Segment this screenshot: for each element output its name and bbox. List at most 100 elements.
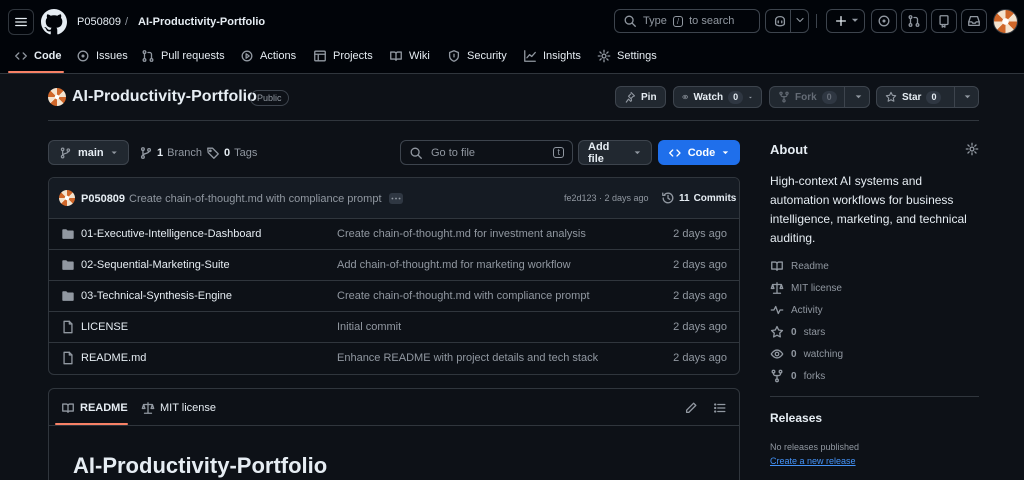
file-name[interactable]: 01-Executive-Intelligence-Dashboard — [81, 228, 261, 240]
fork-divider — [844, 87, 845, 107]
tab-label: Actions — [260, 50, 297, 62]
file-name[interactable]: README.md — [81, 352, 146, 364]
active-tab-indicator — [8, 71, 64, 73]
repo-title[interactable]: AI-Productivity-Portfolio — [72, 88, 257, 106]
tab-license[interactable]: MIT license — [141, 401, 216, 415]
eye-icon — [770, 349, 784, 359]
tab-wiki[interactable]: Wiki — [389, 44, 430, 68]
book-icon — [771, 261, 783, 272]
tab-insights[interactable]: Insights — [523, 44, 581, 68]
go-to-file-input[interactable]: Go to file t — [400, 140, 573, 165]
chevron-down-icon[interactable] — [794, 14, 806, 26]
file-commit-message[interactable]: Add chain-of-thought.md for marketing wo… — [337, 259, 571, 271]
file-commit-message[interactable]: Initial commit — [337, 321, 401, 333]
tags-link[interactable]: 0 Tags — [206, 146, 257, 160]
create-release-link[interactable]: Create a new release — [770, 456, 856, 466]
file-commit-message[interactable]: Enhance README with project details and … — [337, 352, 598, 364]
forks-link[interactable]: 0 forks — [770, 369, 825, 383]
branch-selector[interactable]: main — [48, 140, 129, 165]
breadcrumb-repo[interactable]: AI-Productivity-Portfolio — [138, 16, 265, 28]
fork-button[interactable]: Fork 0 — [769, 86, 870, 108]
watch-button[interactable]: Watch 0 — [673, 86, 762, 108]
pin-label: Pin — [641, 91, 657, 103]
about-title: About — [770, 142, 808, 157]
tab-issues[interactable]: Issues — [76, 44, 128, 68]
history-icon — [662, 192, 674, 204]
releases-title[interactable]: Releases — [770, 411, 822, 425]
releases-empty-text: No releases published — [770, 442, 860, 452]
stars-link[interactable]: 0 stars — [770, 325, 825, 339]
search-icon — [410, 147, 422, 159]
copilot-icon — [774, 15, 786, 27]
commit-details-button[interactable] — [389, 193, 403, 204]
go-to-file-shortcut: t — [553, 147, 564, 158]
pull-requests-button[interactable] — [901, 9, 927, 33]
triangle-down-icon[interactable] — [854, 92, 863, 101]
breadcrumb-separator: / — [125, 16, 129, 28]
github-logo-icon[interactable] — [41, 9, 67, 35]
file-name[interactable]: 02-Sequential-Marketing-Suite — [81, 259, 230, 271]
triangle-down-icon[interactable] — [963, 92, 972, 101]
file-commit-message[interactable]: Create chain-of-thought.md for investmen… — [337, 228, 586, 240]
branch-count: 1 — [157, 147, 164, 159]
inbox-button[interactable] — [961, 9, 987, 33]
tab-security[interactable]: Security — [447, 44, 507, 68]
go-to-file-placeholder: Go to file — [431, 146, 476, 159]
pin-button[interactable]: Pin — [615, 86, 666, 108]
readme-link[interactable]: Readme — [770, 259, 829, 273]
list-icon[interactable] — [713, 401, 727, 415]
license-link[interactable]: MIT license — [770, 281, 842, 295]
table-row[interactable]: 01-Executive-Intelligence-Dashboard Crea… — [49, 219, 739, 250]
add-file-button[interactable]: Add file — [578, 140, 652, 165]
code-button[interactable]: Code — [658, 140, 740, 165]
gear-icon[interactable] — [965, 142, 979, 156]
breadcrumb-owner[interactable]: P050809 — [77, 16, 121, 28]
tab-projects[interactable]: Projects — [313, 44, 373, 68]
activity-link[interactable]: Activity — [770, 303, 823, 317]
global-search-input[interactable]: Type / to search — [614, 9, 760, 33]
search-placeholder-before: Type — [643, 15, 667, 27]
global-header: P050809 / AI-Productivity-Portfolio Type… — [0, 0, 1024, 74]
commit-author[interactable]: P050809 — [81, 193, 125, 205]
file-commit-message[interactable]: Create chain-of-thought.md with complian… — [337, 290, 590, 302]
file-date: 2 days ago — [673, 290, 727, 302]
tag-label: Tags — [234, 147, 258, 159]
tab-settings[interactable]: Settings — [597, 44, 657, 68]
copilot-button[interactable] — [765, 9, 809, 33]
code-icon — [669, 148, 681, 157]
pencil-icon[interactable] — [684, 401, 698, 415]
menu-button[interactable] — [8, 9, 34, 35]
star-button[interactable]: Star 0 — [876, 86, 979, 108]
tab-pull-requests[interactable]: Pull requests — [141, 44, 225, 68]
triangle-down-icon — [111, 151, 117, 155]
watching-link[interactable]: 0 watching — [770, 347, 843, 361]
readme-active-tab-indicator — [55, 423, 128, 425]
user-avatar[interactable] — [993, 9, 1018, 34]
tab-readme[interactable]: README — [61, 401, 128, 415]
commit-hash-time[interactable]: fe2d123 · 2 days ago — [564, 193, 649, 203]
file-name[interactable]: 03-Technical-Synthesis-Engine — [81, 290, 232, 302]
triangle-down-icon — [749, 96, 753, 98]
tab-label: Code — [34, 50, 62, 62]
commits-history-link[interactable]: 11 Commits — [661, 191, 736, 205]
commit-message[interactable]: Create chain-of-thought.md with complian… — [129, 193, 382, 205]
repo-owner-avatar[interactable] — [48, 88, 66, 106]
book-icon — [62, 403, 74, 414]
about-description: High-context AI systems and automation w… — [770, 174, 967, 245]
create-new-button[interactable] — [826, 9, 865, 33]
triangle-down-icon — [851, 18, 859, 22]
table-row[interactable]: 03-Technical-Synthesis-Engine Create cha… — [49, 281, 739, 312]
repositories-button[interactable] — [931, 9, 957, 33]
issues-button[interactable] — [871, 9, 897, 33]
file-name[interactable]: LICENSE — [81, 321, 128, 333]
tab-label: MIT license — [160, 402, 217, 414]
table-row[interactable]: 02-Sequential-Marketing-Suite Add chain-… — [49, 250, 739, 281]
tab-code[interactable]: Code — [14, 44, 62, 68]
star-count: 0 — [926, 90, 942, 104]
stars-label: stars — [803, 326, 826, 338]
branches-link[interactable]: 1 Branch — [139, 146, 202, 160]
table-row[interactable]: LICENSE Initial commit 2 days ago — [49, 312, 739, 343]
tab-actions[interactable]: Actions — [240, 44, 296, 68]
commit-author-avatar[interactable] — [59, 190, 75, 206]
table-row[interactable]: README.md Enhance README with project de… — [49, 343, 739, 374]
